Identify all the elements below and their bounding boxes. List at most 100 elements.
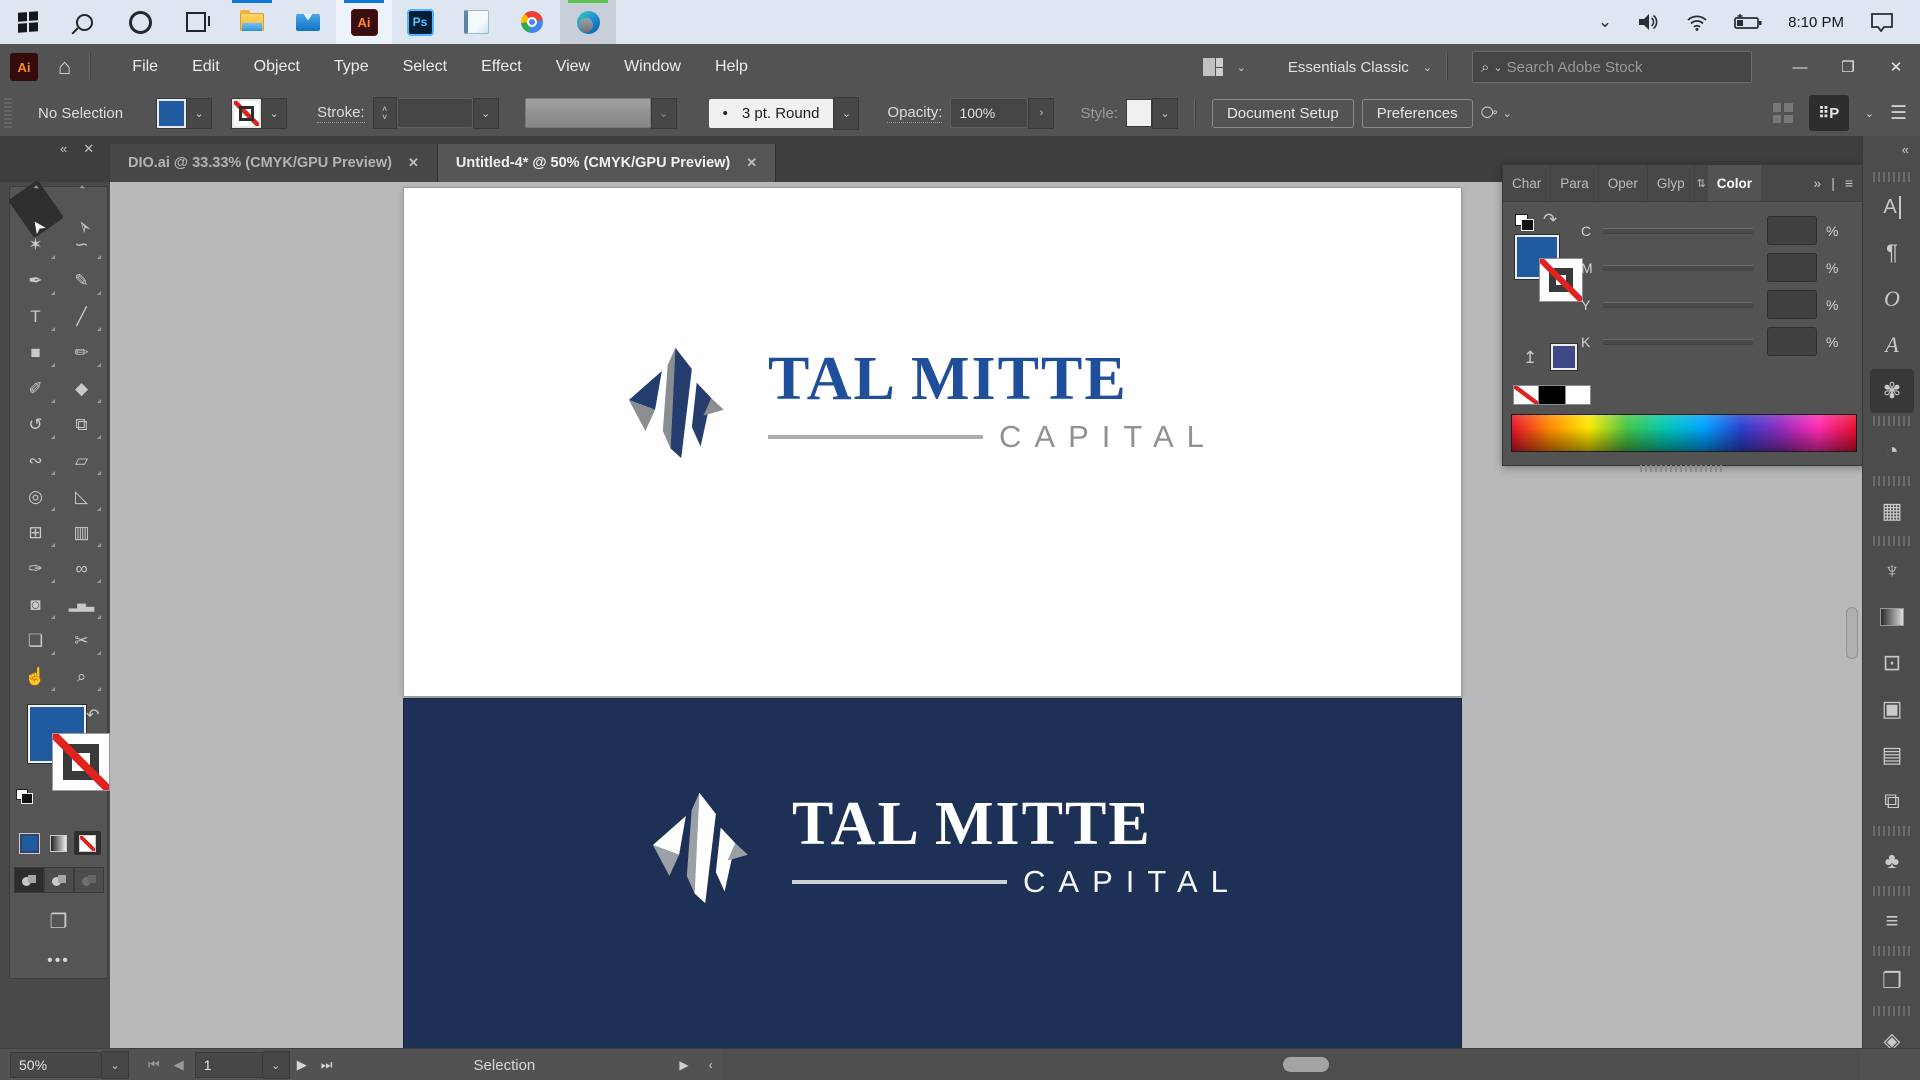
swap-fill-stroke-icon[interactable]: ↶ xyxy=(86,705,99,725)
start-button[interactable] xyxy=(0,0,56,44)
workspace-switcher[interactable]: Essentials Classic xyxy=(1288,59,1409,76)
chevron-right-icon[interactable]: › xyxy=(1028,98,1054,129)
horizontal-scrollbar[interactable] xyxy=(723,1049,1860,1080)
channel-slider[interactable] xyxy=(1603,265,1753,271)
gradient-panel-icon[interactable] xyxy=(1870,595,1914,639)
chevron-down-icon[interactable]: ⌄ xyxy=(473,98,499,129)
opacity-value[interactable]: 100% xyxy=(950,98,1028,128)
swatches-panel-icon[interactable]: ▦ xyxy=(1870,489,1914,533)
arrange-documents-icon[interactable] xyxy=(1203,58,1223,76)
taskbar-search-button[interactable] xyxy=(56,0,112,44)
gradient-tool[interactable]: ▥ xyxy=(59,515,105,551)
chevron-down-icon[interactable]: ⌄ xyxy=(1865,107,1874,120)
action-center-icon[interactable] xyxy=(1870,12,1894,32)
curvature-tool[interactable]: ✎ xyxy=(59,263,105,299)
menu-item[interactable]: Window xyxy=(607,44,698,90)
status-menu-arrow[interactable]: ▶ xyxy=(669,1058,698,1072)
none-button[interactable] xyxy=(74,831,101,855)
eraser-tool[interactable]: ◆ xyxy=(59,371,105,407)
paintbrush-tool[interactable]: ✏ xyxy=(59,335,105,371)
mail-button[interactable] xyxy=(280,0,336,44)
channel-value-field[interactable] xyxy=(1767,253,1817,282)
menu-item[interactable]: Type xyxy=(317,44,386,90)
chevron-down-icon[interactable]: ⌄ xyxy=(1152,98,1178,129)
taskbar-clock[interactable]: 8:10 PM xyxy=(1788,14,1844,31)
stroke-weight-value[interactable] xyxy=(397,98,473,128)
slice-tool[interactable]: ✂ xyxy=(59,623,105,659)
expand-panels-icon[interactable]: « xyxy=(1902,142,1909,157)
rotate-tool[interactable]: ↺ xyxy=(13,407,59,443)
minimize-button[interactable]: — xyxy=(1776,44,1824,90)
line-segment-tool[interactable]: ╱ xyxy=(59,299,105,335)
file-explorer-button[interactable] xyxy=(224,0,280,44)
scroll-left-icon[interactable]: ‹ xyxy=(699,1058,723,1072)
tab-glyphs[interactable]: Glyp xyxy=(1648,165,1695,201)
menu-item[interactable]: Select xyxy=(386,44,464,90)
color-spectrum-bar[interactable] xyxy=(1511,414,1857,452)
close-dock-icon[interactable]: ✕ xyxy=(83,141,94,157)
select-similar-objects-icon[interactable]: ⧂⌄ xyxy=(1481,103,1512,123)
vertical-scrollbar-thumb[interactable] xyxy=(1847,608,1857,658)
artboard-dropdown-icon[interactable]: ⌄ xyxy=(263,1051,290,1079)
preferences-button[interactable]: Preferences xyxy=(1362,99,1473,128)
chevron-down-icon[interactable]: ⌄ xyxy=(186,98,212,129)
photoshop-taskbar-button[interactable]: Ps xyxy=(392,0,448,44)
appearance-panel-icon[interactable]: ▣ xyxy=(1870,687,1914,731)
draw-normal-button[interactable] xyxy=(14,867,44,893)
tab-color[interactable]: Color xyxy=(1708,165,1761,201)
tab-scroll-icon[interactable]: ⇅ xyxy=(1695,165,1708,201)
artboards-panel-icon[interactable]: ❐ xyxy=(1870,959,1914,1003)
swap-fill-stroke-icon[interactable]: ↶ xyxy=(1543,210,1557,230)
menu-item[interactable]: Effect xyxy=(464,44,539,90)
last-color-swatch[interactable] xyxy=(1551,344,1577,370)
color-guide-panel-icon[interactable]: ◔ xyxy=(1870,429,1914,473)
black-swatch[interactable] xyxy=(1539,385,1565,405)
column-graph-tool[interactable]: ▂▅▃ xyxy=(59,587,105,623)
edit-toolbar-icon[interactable]: ••• xyxy=(47,952,70,970)
status-display[interactable]: Selection xyxy=(339,1057,669,1074)
tab-paragraph[interactable]: Para xyxy=(1551,165,1599,201)
symbol-sprayer-tool[interactable]: ◙ xyxy=(13,587,59,623)
chevron-down-icon[interactable]: ⌄ xyxy=(261,98,287,129)
stroke-panel-icon[interactable]: ≡ xyxy=(1870,899,1914,943)
none-swatch[interactable] xyxy=(1513,385,1539,405)
tab-close-icon[interactable]: ✕ xyxy=(408,155,419,171)
gradient-button[interactable] xyxy=(45,831,72,855)
chevron-down-icon[interactable]: ⌄ xyxy=(833,97,859,130)
stroke-weight-stepper[interactable]: ˄˅ xyxy=(373,97,397,129)
pathfinder-panel-icon[interactable]: ⧉ xyxy=(1870,779,1914,823)
default-fill-stroke-icon[interactable] xyxy=(1515,214,1532,229)
channel-value-field[interactable] xyxy=(1767,216,1817,245)
stroke-none-swatch[interactable] xyxy=(232,99,261,128)
chrome-button[interactable] xyxy=(504,0,560,44)
out-of-gamut-icon[interactable]: ↥ xyxy=(1523,348,1537,368)
panel-menu-icon[interactable]: ≡ xyxy=(1845,175,1853,191)
color-panel-icon[interactable]: ✾ xyxy=(1870,369,1914,413)
document-setup-button[interactable]: Document Setup xyxy=(1212,99,1354,128)
properties-panel-toggle[interactable]: ⠿P xyxy=(1809,95,1849,131)
draw-behind-button[interactable] xyxy=(44,867,74,893)
zoom-tool[interactable]: ⌕ xyxy=(59,659,105,695)
menu-item[interactable]: File xyxy=(115,44,175,90)
collapse-panel-icon[interactable]: » xyxy=(1813,175,1821,191)
restore-button[interactable]: ❐ xyxy=(1824,44,1872,90)
chevron-down-icon[interactable]: ⌄ xyxy=(1423,61,1432,74)
zoom-dropdown-icon[interactable]: ⌄ xyxy=(102,1051,129,1079)
hidden-icons-chevron[interactable]: ⌄ xyxy=(1598,12,1612,32)
channel-slider[interactable] xyxy=(1603,339,1753,345)
change-screen-mode-icon[interactable]: ❐ xyxy=(50,909,68,934)
scale-tool[interactable]: ⧉ xyxy=(59,407,105,443)
channel-slider[interactable] xyxy=(1603,228,1753,234)
first-artboard-button[interactable]: ⏮ xyxy=(141,1057,167,1073)
menu-item[interactable]: Help xyxy=(698,44,765,90)
adobe-stock-search[interactable]: ⌕ ⌄ Search Adobe Stock xyxy=(1472,51,1752,83)
artboard-tool[interactable]: ❏ xyxy=(13,623,59,659)
color-button[interactable] xyxy=(16,831,43,855)
panel-resize-grip[interactable] xyxy=(1640,465,1724,472)
channel-value-field[interactable] xyxy=(1767,290,1817,319)
eyedropper-tool[interactable]: ✑ xyxy=(13,551,59,587)
magic-wand-tool[interactable]: ✶ xyxy=(13,227,59,263)
cortana-button[interactable] xyxy=(112,0,168,44)
illustrator-taskbar-button[interactable]: Ai xyxy=(336,0,392,44)
style-swatch[interactable] xyxy=(1126,99,1152,127)
